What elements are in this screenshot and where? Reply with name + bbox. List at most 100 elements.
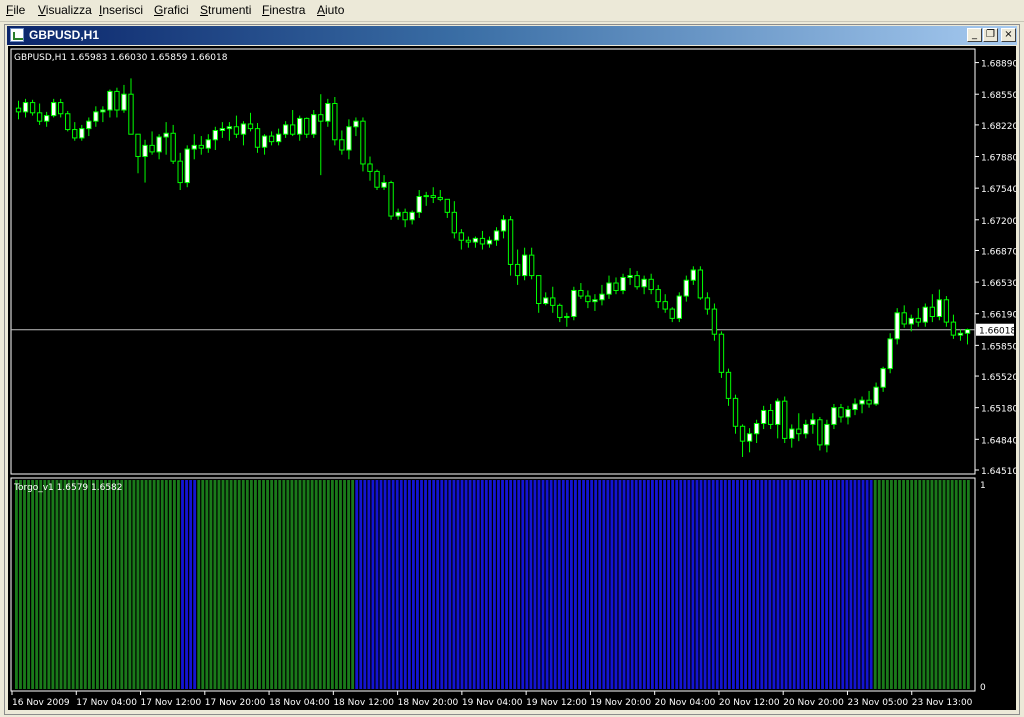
- candle-bear: [669, 308, 675, 319]
- candle-bull: [261, 135, 268, 148]
- candle-bear: [655, 289, 661, 303]
- histogram-bar-up: [881, 480, 885, 689]
- candle-bull: [79, 128, 85, 139]
- candle-bull: [423, 195, 429, 198]
- histogram-bar-down: [841, 480, 845, 689]
- candle-bull: [100, 109, 106, 113]
- candle-bear: [732, 397, 739, 427]
- indicator-y-tick-label: 0: [980, 683, 986, 693]
- title-bar[interactable]: GBPUSD,H1 _ ❐ ×: [7, 26, 1017, 45]
- histogram-bar-up: [120, 480, 124, 689]
- histogram-bar-up: [330, 480, 334, 689]
- candle-bear: [15, 107, 22, 113]
- candle-bear: [585, 295, 591, 303]
- candle-bull: [22, 102, 29, 113]
- menu-finestra[interactable]: Finestra: [262, 3, 305, 17]
- histogram-bar-down: [744, 480, 747, 689]
- histogram-bar-down: [869, 480, 873, 689]
- histogram-bar-up: [15, 480, 18, 689]
- chart-header-label: GBPUSD,H1 1.65983 1.66030 1.65859 1.6601…: [14, 53, 228, 63]
- chart-area[interactable]: 1.68890 1.68550 1.68220 1.67880 1.67540 1.672…: [8, 46, 1018, 710]
- histogram-bar-down: [642, 480, 646, 689]
- histogram-bar-down: [379, 480, 383, 689]
- candle-bull: [753, 422, 760, 435]
- histogram-bar-up: [19, 480, 22, 689]
- candle-bear: [704, 297, 711, 310]
- histogram-bar-up: [160, 480, 164, 689]
- candle-bull: [86, 120, 92, 130]
- y-tick-label: 1.64510: [981, 467, 1016, 477]
- histogram-bar-down: [667, 480, 671, 689]
- candle-bull: [142, 144, 148, 158]
- candle-bear: [360, 120, 366, 165]
- histogram-bar-down: [561, 480, 565, 689]
- histogram-bar-up: [168, 480, 172, 689]
- minimize-button[interactable]: _: [967, 28, 982, 42]
- histogram-bar-down: [444, 480, 448, 689]
- histogram-bar-up: [282, 480, 286, 689]
- histogram-bar-up: [172, 480, 176, 689]
- x-tick-label: 20 Nov 04:00: [655, 698, 716, 708]
- histogram-bar-up: [962, 480, 966, 689]
- histogram-bar-up: [197, 480, 201, 689]
- candle-bull: [282, 124, 289, 135]
- candle-bear: [557, 304, 563, 318]
- histogram-bar-down: [764, 480, 768, 689]
- restore-button[interactable]: ❐: [983, 28, 998, 42]
- candle-bull: [493, 230, 500, 241]
- histogram-bar-up: [205, 480, 209, 689]
- histogram-bar-down: [630, 480, 634, 689]
- histogram-bar-down: [416, 480, 419, 689]
- menu-aiuto[interactable]: Aiuto: [317, 3, 344, 17]
- menu-strumenti[interactable]: Strumenti: [200, 3, 251, 17]
- candle-bull: [43, 115, 50, 122]
- histogram-bar-up: [314, 480, 318, 689]
- histogram-bar-up: [274, 480, 278, 689]
- histogram-bar-up: [128, 480, 132, 689]
- histogram-bar-up: [294, 480, 298, 689]
- indicator-y-tick-label: 1: [980, 481, 986, 491]
- histogram-bar-down: [796, 480, 800, 689]
- candle-bear: [65, 113, 71, 131]
- histogram-bar-up: [217, 480, 221, 689]
- candle-bull: [683, 279, 689, 297]
- candle-bull: [564, 316, 570, 319]
- histogram-bar-down: [193, 480, 197, 689]
- histogram-bar-up: [108, 480, 112, 689]
- histogram-bar-down: [638, 480, 642, 689]
- candle-bull: [219, 128, 226, 131]
- menu-file[interactable]: File: [6, 3, 25, 17]
- menu-inserisci[interactable]: Inserisci: [99, 3, 143, 17]
- histogram-bar-down: [683, 480, 687, 689]
- candle-bear: [247, 123, 254, 130]
- menu-visualizza[interactable]: Visualizza: [38, 3, 92, 17]
- histogram-bar-down: [513, 480, 517, 689]
- close-button[interactable]: ×: [1001, 28, 1016, 42]
- candle-bear: [233, 126, 240, 135]
- candle-bull: [409, 211, 415, 221]
- histogram-bar-down: [387, 480, 391, 689]
- histogram-bar-down: [529, 480, 533, 689]
- candle-bear: [318, 114, 324, 122]
- histogram-bar-up: [942, 480, 946, 689]
- histogram-bar-down: [569, 480, 573, 689]
- histogram-bar-up: [322, 480, 326, 689]
- histogram-bar-up: [310, 480, 314, 689]
- candle-bear: [135, 133, 141, 158]
- histogram-bar-down: [440, 480, 444, 689]
- candle-bear: [332, 103, 338, 141]
- candle-bear: [114, 90, 120, 111]
- histogram-bar-up: [278, 480, 282, 689]
- histogram-bar-down: [375, 480, 379, 689]
- candle-bear: [634, 275, 640, 288]
- histogram-bar-down: [740, 480, 743, 689]
- histogram-bar-up: [156, 480, 160, 689]
- candle-bear: [170, 132, 176, 162]
- y-tick-label: 1.67200: [981, 217, 1016, 227]
- histogram-bar-down: [813, 480, 816, 689]
- menu-grafici[interactable]: Grafici: [154, 3, 189, 17]
- candle-bear: [725, 371, 732, 399]
- price-chart[interactable]: 1.68890 1.68550 1.68220 1.67880 1.67540 1.672…: [8, 46, 1018, 710]
- histogram-bar-up: [27, 480, 30, 689]
- candle-bear: [915, 317, 921, 323]
